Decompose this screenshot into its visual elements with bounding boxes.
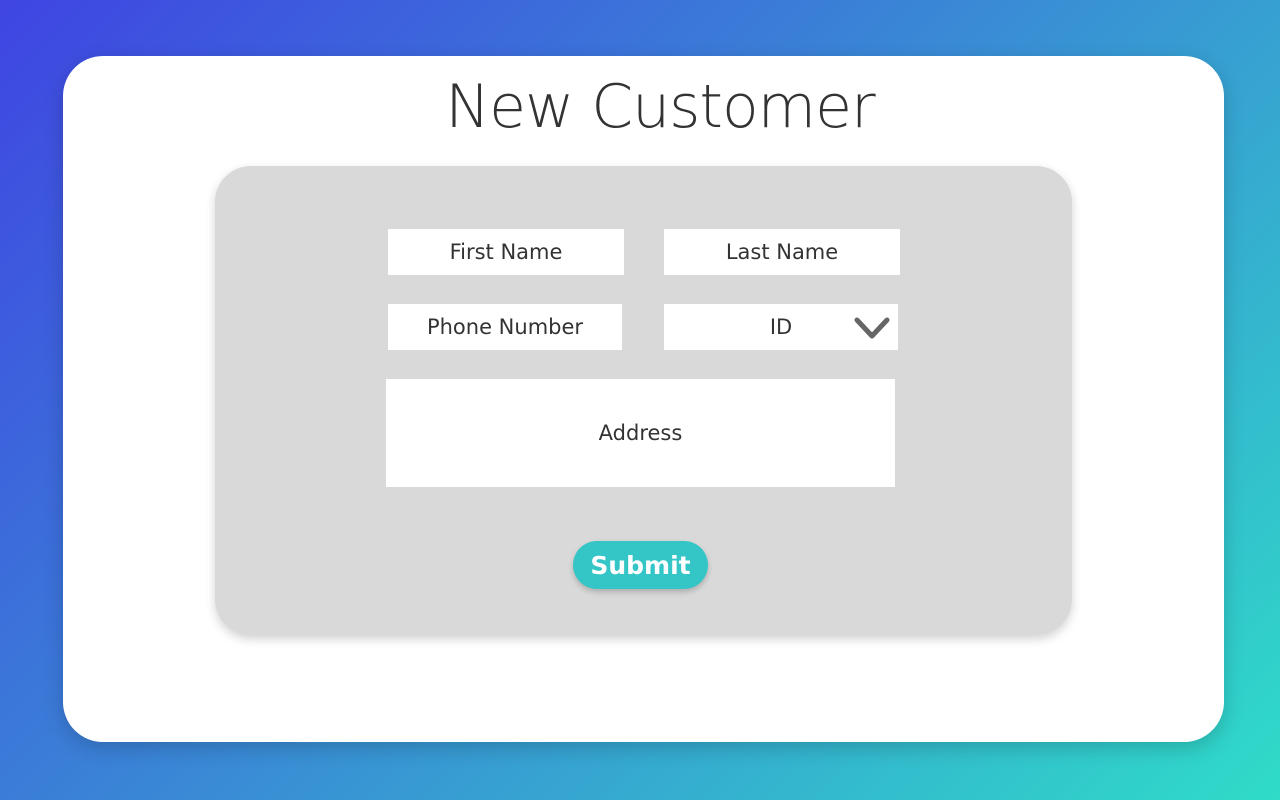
address-field[interactable]: Address — [386, 379, 895, 487]
chevron-down-icon[interactable] — [854, 316, 890, 340]
form-card: New Customer ID Address Submit — [63, 56, 1224, 742]
address-label: Address — [598, 421, 683, 445]
page-title: New Customer — [445, 72, 875, 142]
submit-button[interactable]: Submit — [573, 541, 708, 589]
last-name-field[interactable] — [664, 229, 900, 275]
id-select[interactable]: ID — [664, 304, 898, 350]
form-panel: ID Address Submit — [215, 166, 1072, 635]
first-name-field[interactable] — [388, 229, 624, 275]
phone-number-field[interactable] — [388, 304, 622, 350]
